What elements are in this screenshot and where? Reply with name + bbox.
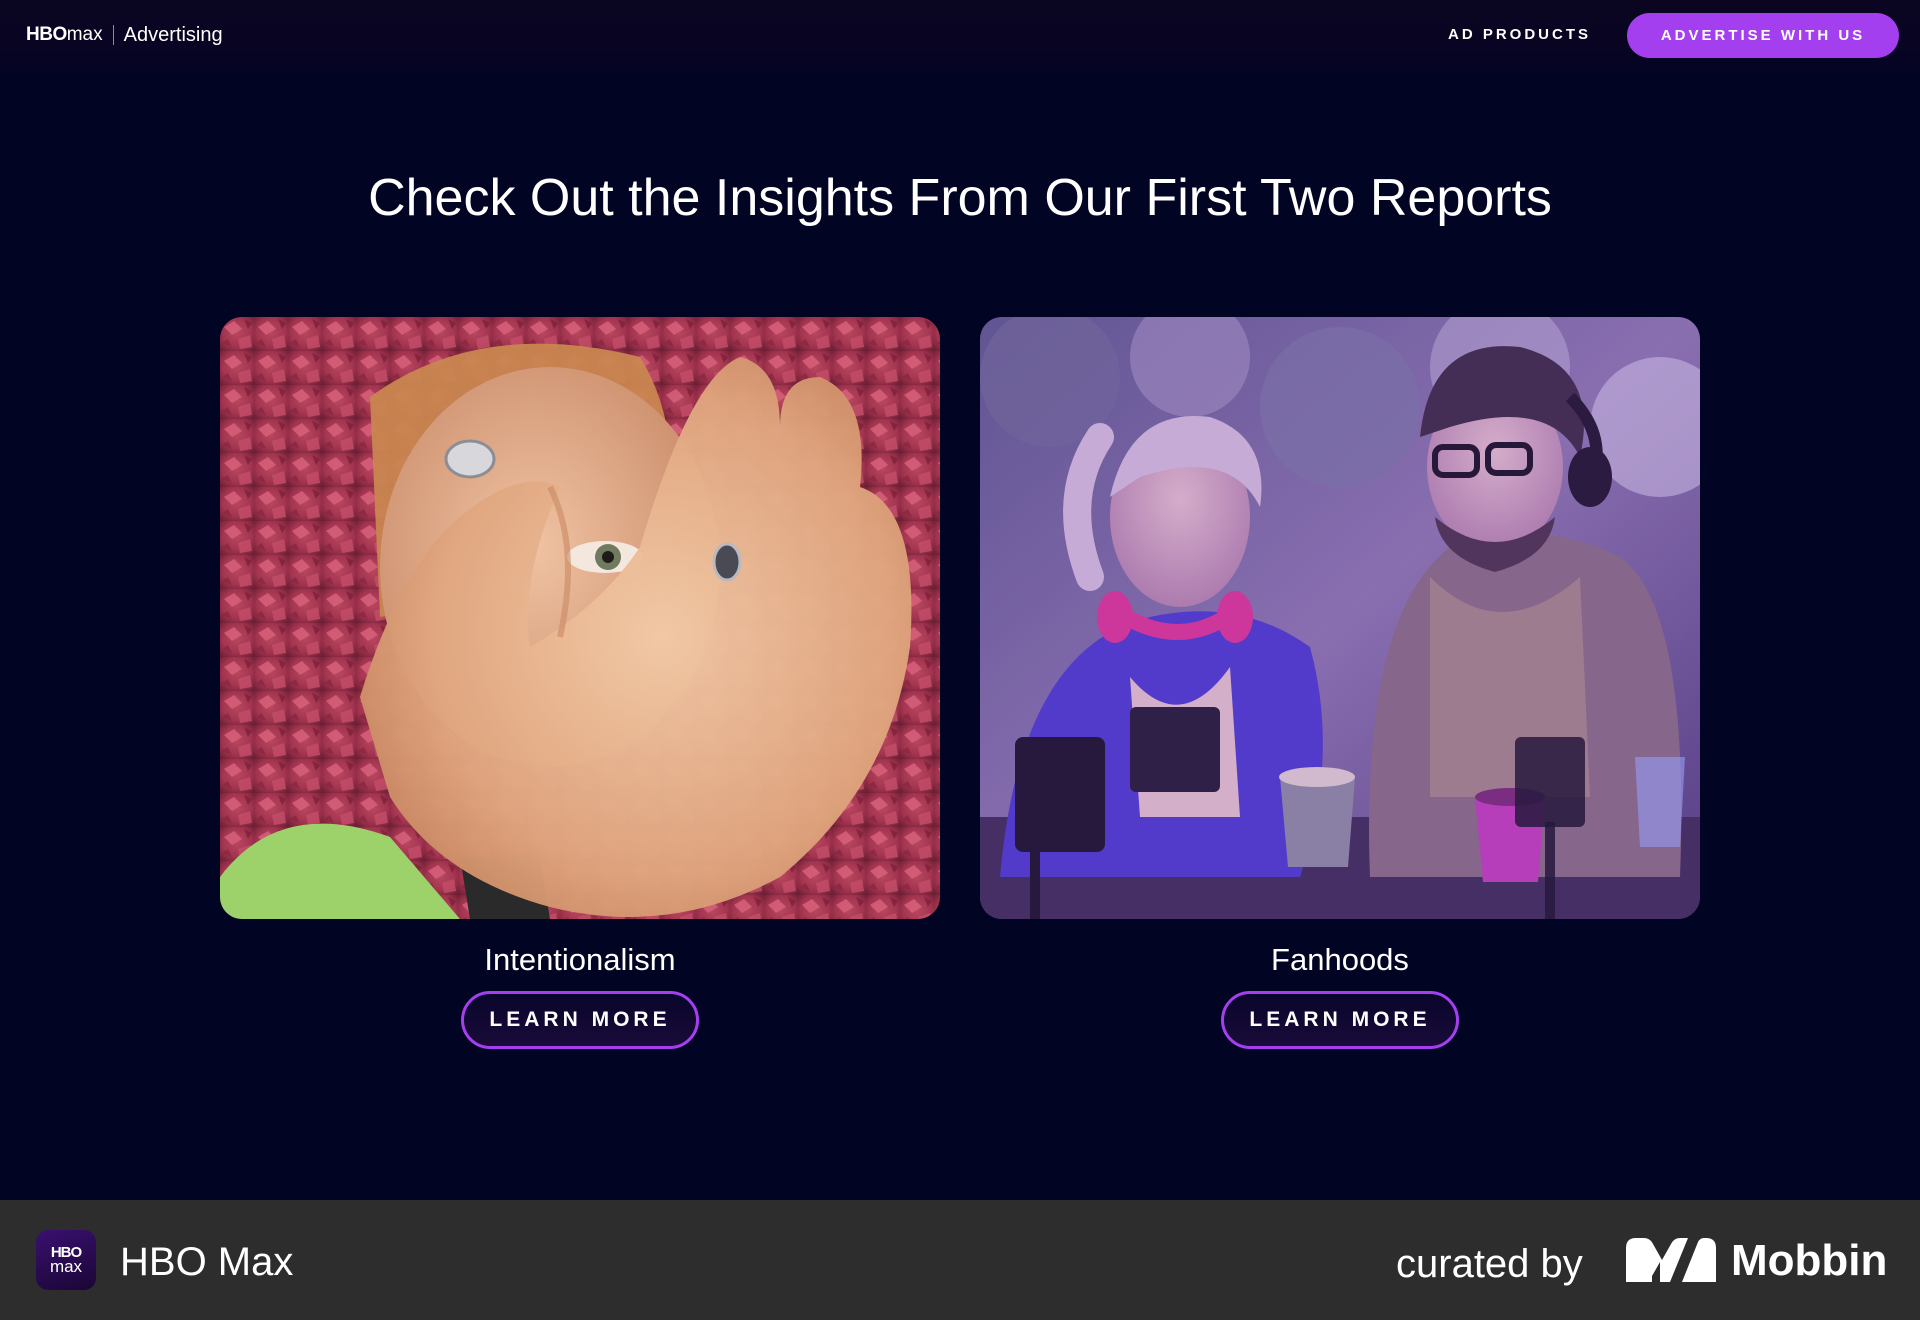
advertise-with-us-button[interactable]: ADVERTISE WITH US [1627,13,1899,58]
intentionalism-image[interactable] [220,317,940,919]
photo-woman-hand-heart-icon [220,317,940,919]
learn-more-button-intentionalism[interactable]: LEARN MORE [461,991,699,1049]
credit-bar: HBO max HBO Max curated by Mobbin [0,1200,1920,1320]
top-navigation: HBOmax Advertising AD PRODUCTS ADVERTISE… [0,0,1920,70]
card-title-intentionalism: Intentionalism [484,942,676,977]
mobbin-logo-icon [1626,1238,1716,1282]
mobbin-wordmark: Mobbin [1731,1236,1888,1285]
card-title-fanhoods: Fanhoods [1271,942,1409,977]
brand-logo-link[interactable]: HBOmax Advertising [26,20,223,50]
brand-divider [112,25,114,45]
app-name: HBO Max [120,1240,294,1284]
nav-link-ad-products[interactable]: AD PRODUCTS [1448,26,1591,43]
page: HBOmax Advertising AD PRODUCTS ADVERTISE… [0,0,1920,1320]
hbo-max-app-icon: HBO max [36,1230,96,1290]
learn-more-button-fanhoods[interactable]: LEARN MORE [1221,991,1459,1049]
fanhoods-image[interactable] [980,317,1700,919]
brand-subtitle: Advertising [123,23,223,46]
photo-friends-cafe-icon [980,317,1700,919]
section-headline: Check Out the Insights From Our First Tw… [368,169,1552,227]
curated-by-label: curated by [1396,1242,1583,1286]
hbo-max-logo: HBOmax [26,24,103,45]
